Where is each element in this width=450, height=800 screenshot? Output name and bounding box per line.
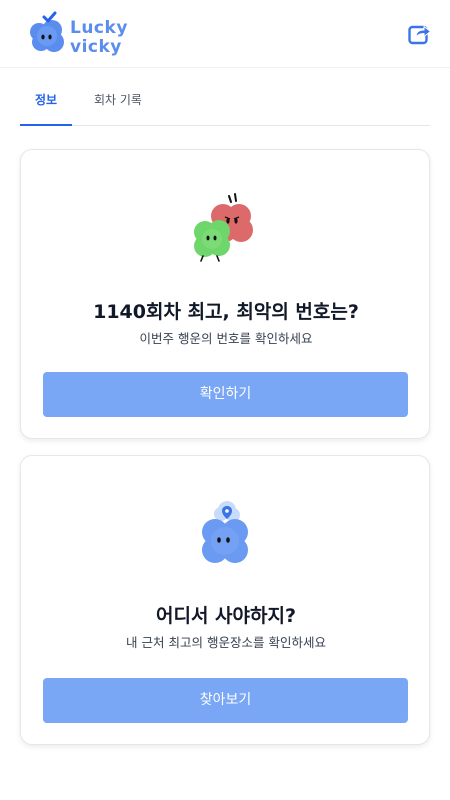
clover-mascot-icon (30, 11, 64, 52)
lucky-place-card: 어디서 사야하지? 내 근처 최고의 행운장소를 확인하세요 찾아보기 (20, 455, 430, 745)
card-subtitle: 내 근처 최고의 행운장소를 확인하세요 (126, 635, 326, 650)
tab-info[interactable]: 정보 (20, 80, 72, 126)
share-icon (408, 25, 432, 45)
tab-bar: 정보 회차 기록 (20, 80, 430, 126)
check-numbers-button[interactable]: 확인하기 (43, 372, 408, 417)
location-clover-illustration (21, 492, 431, 582)
clover-characters-illustration (21, 188, 431, 278)
lucky-vicky-logo[interactable]: Lucky vicky (28, 10, 138, 60)
find-place-button[interactable]: 찾아보기 (43, 678, 408, 723)
best-worst-numbers-card: 1140회차 최고, 최악의 번호는? 이번주 행운의 번호를 확인하세요 확인… (20, 149, 430, 439)
card-title: 1140회차 최고, 최악의 번호는? (93, 301, 359, 323)
card-title: 어디서 사야하지? (156, 605, 296, 627)
tab-round-history[interactable]: 회차 기록 (82, 80, 154, 126)
card-subtitle: 이번주 행운의 번호를 확인하세요 (139, 331, 313, 346)
logo-text: Lucky vicky (70, 18, 128, 57)
blue-clover-location-icon (202, 501, 248, 563)
share-button[interactable] (406, 20, 434, 48)
red-green-clover-icon (194, 193, 253, 262)
app-header: Lucky vicky (0, 0, 450, 68)
